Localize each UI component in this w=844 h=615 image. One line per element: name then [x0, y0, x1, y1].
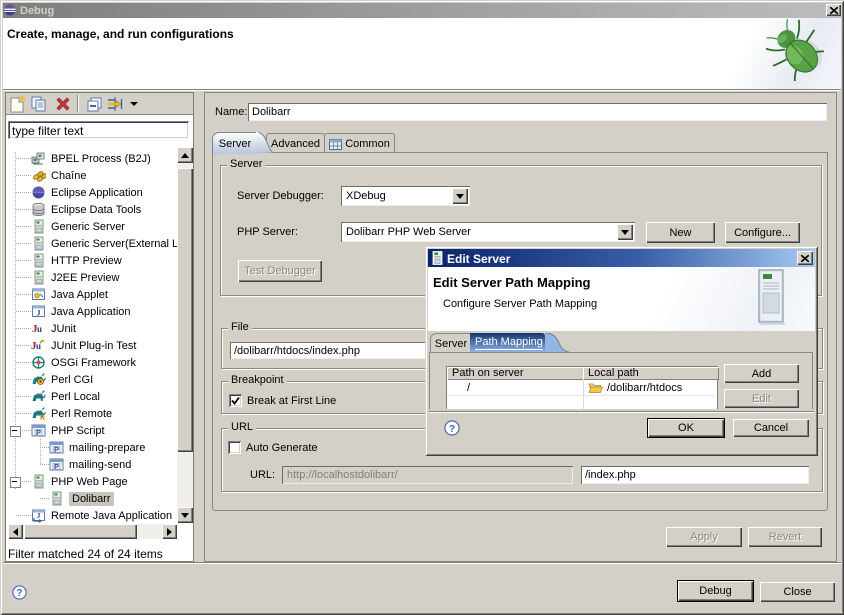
- svg-text:J: J: [37, 511, 41, 520]
- svg-text:?: ?: [449, 424, 455, 435]
- svg-text:R: R: [40, 415, 45, 421]
- svg-text:?: ?: [17, 588, 23, 599]
- svg-text:u: u: [37, 324, 42, 334]
